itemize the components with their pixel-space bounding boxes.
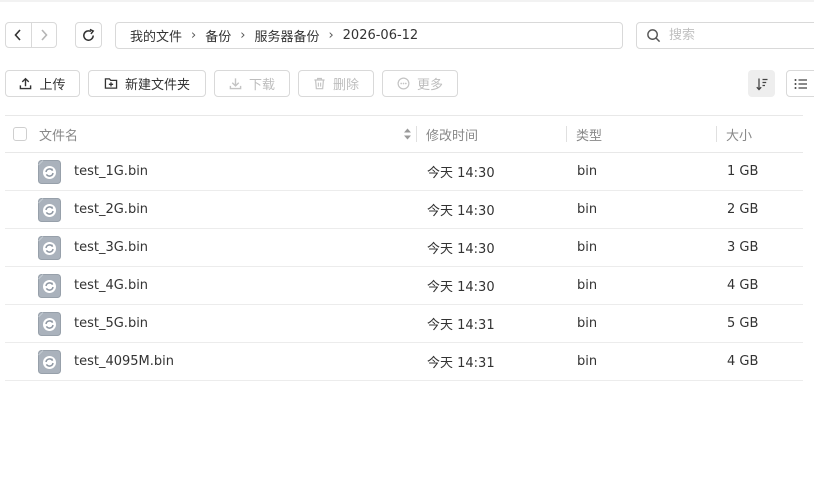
list-view-icon bbox=[794, 78, 807, 89]
file-type: bin bbox=[577, 240, 598, 255]
binary-file-icon bbox=[38, 236, 61, 260]
trash-icon bbox=[313, 77, 326, 90]
breadcrumb-separator: › bbox=[240, 28, 246, 43]
column-divider bbox=[416, 126, 417, 142]
header-type[interactable]: 类型 bbox=[576, 116, 602, 152]
upload-button[interactable]: 上传 bbox=[5, 70, 80, 97]
list-view-button[interactable] bbox=[786, 70, 814, 97]
file-name[interactable]: test_4095M.bin bbox=[74, 343, 174, 380]
forward-button[interactable] bbox=[30, 23, 57, 47]
file-modified: 今天 14:30 bbox=[427, 166, 495, 181]
binary-file-icon bbox=[38, 160, 61, 184]
file-type: bin bbox=[577, 202, 598, 217]
file-name[interactable]: test_4G.bin bbox=[74, 267, 148, 304]
breadcrumb-item-current[interactable]: 2026-06-12 bbox=[343, 28, 419, 43]
binary-file-icon bbox=[38, 198, 61, 222]
select-all-checkbox[interactable] bbox=[13, 127, 27, 141]
header-name[interactable]: 文件名 bbox=[39, 116, 78, 152]
chevron-left-icon bbox=[14, 29, 21, 41]
delete-label: 删除 bbox=[332, 78, 359, 93]
breadcrumb-item-server-backup[interactable]: 服务器备份 bbox=[254, 26, 319, 45]
file-modified: 今天 14:30 bbox=[427, 204, 495, 219]
table-row[interactable]: test_4G.bin 今天 14:30 bin 4 GB bbox=[5, 267, 803, 305]
new-folder-label: 新建文件夹 bbox=[124, 78, 190, 93]
download-label: 下载 bbox=[248, 78, 275, 93]
sort-icon bbox=[755, 78, 767, 90]
table-row[interactable]: test_1G.bin 今天 14:30 bin 1 GB bbox=[5, 153, 803, 191]
file-modified: 今天 14:30 bbox=[427, 242, 495, 257]
new-folder-button[interactable]: 新建文件夹 bbox=[88, 70, 206, 97]
top-divider bbox=[0, 0, 814, 2]
header-modified[interactable]: 修改时间 bbox=[426, 116, 478, 152]
more-circle-icon bbox=[397, 77, 410, 90]
upload-label: 上传 bbox=[39, 78, 66, 93]
refresh-icon bbox=[83, 28, 95, 41]
file-name[interactable]: test_3G.bin bbox=[74, 229, 148, 266]
table-row[interactable]: test_3G.bin 今天 14:30 bin 3 GB bbox=[5, 229, 803, 267]
chevron-right-icon bbox=[41, 29, 48, 41]
file-table-header: 文件名 修改时间 类型 大小 bbox=[5, 115, 803, 153]
table-row[interactable]: test_2G.bin 今天 14:30 bin 2 GB bbox=[5, 191, 803, 229]
header-size[interactable]: 大小 bbox=[726, 116, 752, 152]
file-size: 5 GB bbox=[727, 316, 759, 331]
file-size: 4 GB bbox=[727, 354, 759, 369]
file-modified: 今天 14:31 bbox=[427, 318, 495, 333]
file-modified: 今天 14:31 bbox=[427, 356, 495, 371]
file-size: 4 GB bbox=[727, 278, 759, 293]
column-divider bbox=[566, 126, 567, 142]
sort-button[interactable] bbox=[748, 70, 775, 97]
download-button[interactable]: 下载 bbox=[214, 70, 290, 97]
file-name[interactable]: test_1G.bin bbox=[74, 153, 148, 190]
breadcrumb: 我的文件 › 备份 › 服务器备份 › 2026-06-12 bbox=[115, 22, 623, 49]
select-all-cell bbox=[13, 116, 27, 152]
file-size: 2 GB bbox=[727, 202, 759, 217]
breadcrumb-separator: › bbox=[191, 28, 197, 43]
file-type: bin bbox=[577, 316, 598, 331]
refresh-button[interactable] bbox=[75, 22, 102, 48]
folder-plus-icon bbox=[104, 77, 118, 90]
back-button[interactable] bbox=[6, 23, 31, 47]
file-size: 3 GB bbox=[727, 240, 759, 255]
search-input[interactable] bbox=[667, 27, 791, 44]
file-type: bin bbox=[577, 164, 598, 179]
file-modified: 今天 14:30 bbox=[427, 280, 495, 295]
breadcrumb-item-backup[interactable]: 备份 bbox=[205, 26, 231, 45]
download-icon bbox=[229, 77, 242, 90]
more-label: 更多 bbox=[416, 78, 443, 93]
name-sort-icon[interactable] bbox=[403, 116, 412, 152]
more-button[interactable]: 更多 bbox=[382, 70, 458, 97]
file-type: bin bbox=[577, 278, 598, 293]
breadcrumb-separator: › bbox=[328, 28, 334, 43]
file-type: bin bbox=[577, 354, 598, 369]
file-name[interactable]: test_2G.bin bbox=[74, 191, 148, 228]
binary-file-icon bbox=[38, 312, 61, 336]
breadcrumb-item-my-files[interactable]: 我的文件 bbox=[130, 26, 182, 45]
history-nav bbox=[5, 22, 57, 48]
upload-icon bbox=[19, 77, 32, 90]
search-icon bbox=[647, 29, 661, 43]
search-box bbox=[636, 22, 814, 49]
table-row[interactable]: test_4095M.bin 今天 14:31 bin 4 GB bbox=[5, 343, 803, 381]
table-row[interactable]: test_5G.bin 今天 14:31 bin 5 GB bbox=[5, 305, 803, 343]
file-size: 1 GB bbox=[727, 164, 759, 179]
file-name[interactable]: test_5G.bin bbox=[74, 305, 148, 342]
column-divider bbox=[716, 126, 717, 142]
delete-button[interactable]: 删除 bbox=[298, 70, 374, 97]
binary-file-icon bbox=[38, 350, 61, 374]
binary-file-icon bbox=[38, 274, 61, 298]
